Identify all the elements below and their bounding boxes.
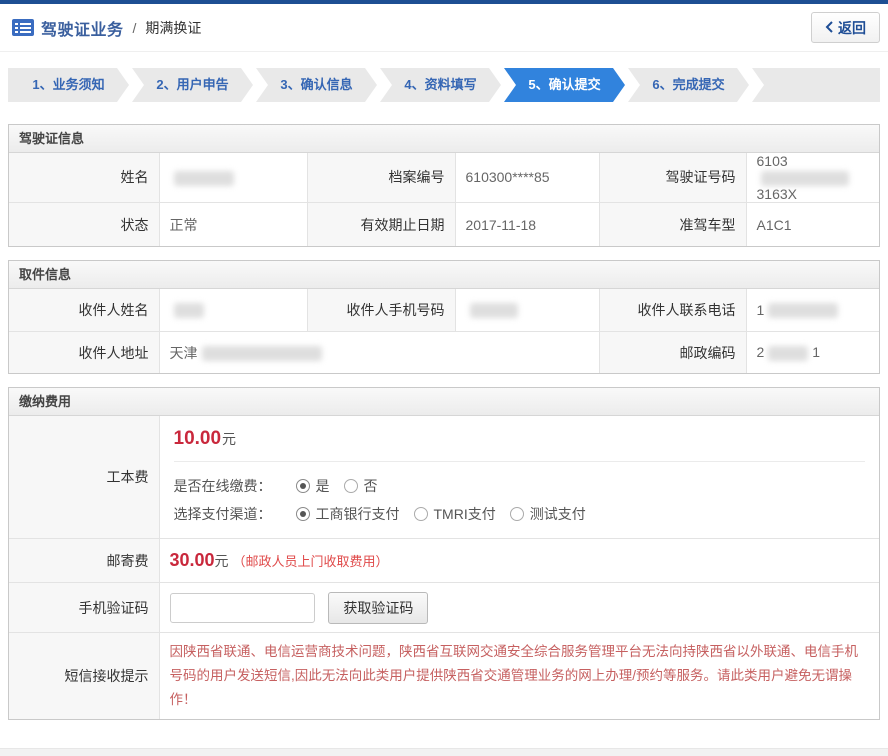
radio-channel-tmri-label[interactable]: TMRI支付 bbox=[434, 504, 496, 524]
captcha-label: 手机验证码 bbox=[9, 583, 159, 633]
online-pay-option-row: 是否在线缴费： 是 否 bbox=[174, 472, 866, 500]
redacted-recipient-name bbox=[174, 303, 204, 318]
table-row: 收件人姓名 收件人手机号码 收件人联系电话 1 bbox=[9, 289, 879, 331]
back-button[interactable]: 返回 bbox=[811, 12, 880, 43]
step-bar-filler bbox=[752, 68, 880, 102]
redacted-name bbox=[174, 171, 234, 186]
footer-action-bar: 上一步 完成 bbox=[0, 748, 888, 756]
postal-code-label: 邮政编码 bbox=[599, 331, 746, 373]
sms-tip-label: 短信接收提示 bbox=[9, 633, 159, 720]
recipient-phone-label: 收件人联系电话 bbox=[599, 289, 746, 331]
table-row: 状态 正常 有效期止日期 2017-11-18 准驾车型 A1C1 bbox=[9, 202, 879, 246]
breadcrumb: 驾驶证业务 / 期满换证 bbox=[12, 16, 201, 40]
file-no-value: 610300****85 bbox=[455, 153, 599, 202]
captcha-cell: 获取验证码 bbox=[159, 583, 879, 633]
status-label: 状态 bbox=[9, 202, 159, 246]
recipient-mobile-label: 收件人手机号码 bbox=[307, 289, 455, 331]
recipient-mobile-value bbox=[455, 289, 599, 331]
redacted-recipient-phone bbox=[768, 303, 838, 318]
license-no-label: 驾驶证号码 bbox=[599, 153, 746, 202]
table-row: 姓名 档案编号 610300****85 驾驶证号码 61033163X bbox=[9, 153, 879, 202]
table-row: 邮寄费 30.00元（邮政人员上门收取费用） bbox=[9, 539, 879, 583]
table-row: 短信接收提示 因陕西省联通、电信运营商技术问题，陕西省互联网交通安全综合服务管理… bbox=[9, 633, 879, 720]
redacted-postal-code bbox=[768, 346, 808, 361]
back-button-label: 返回 bbox=[838, 18, 866, 38]
pickup-info-section: 取件信息 收件人姓名 收件人手机号码 收件人联系电话 1 收件人地址 天津 邮政… bbox=[8, 260, 880, 374]
recipient-name-value bbox=[159, 289, 307, 331]
page-header: 驾驶证业务 / 期满换证 返回 bbox=[0, 4, 888, 52]
step-6-finish-submit: 6、完成提交 bbox=[628, 68, 749, 102]
postage-label: 邮寄费 bbox=[9, 539, 159, 583]
divider bbox=[174, 461, 866, 462]
radio-channel-test[interactable] bbox=[510, 507, 524, 521]
table-row: 手机验证码 获取验证码 bbox=[9, 583, 879, 633]
radio-channel-icbc[interactable] bbox=[296, 507, 310, 521]
radio-channel-icbc-label[interactable]: 工商银行支付 bbox=[316, 504, 400, 524]
pay-channel-option-row: 选择支付渠道： 工商银行支付 TMRI支付 测试支付 bbox=[174, 500, 866, 528]
fee-cell: 10.00元 是否在线缴费： 是 否 选择支付渠道： 工商银行支付 TMRI支付… bbox=[159, 416, 879, 539]
page-subtitle: 期满换证 bbox=[145, 18, 201, 38]
sms-notice-text: 因陕西省联通、电信运营商技术问题，陕西省互联网交通安全综合服务管理平台无法向持陕… bbox=[170, 640, 866, 712]
postage-cell: 30.00元（邮政人员上门收取费用） bbox=[159, 539, 879, 583]
name-value bbox=[159, 153, 307, 202]
pay-channel-question: 选择支付渠道： bbox=[174, 504, 272, 524]
online-pay-question: 是否在线缴费： bbox=[174, 476, 272, 496]
name-label: 姓名 bbox=[9, 153, 159, 202]
redacted-recipient-address bbox=[202, 346, 322, 361]
table-row: 收件人地址 天津 邮政编码 21 bbox=[9, 331, 879, 373]
file-no-label: 档案编号 bbox=[307, 153, 455, 202]
radio-online-yes-label[interactable]: 是 bbox=[316, 476, 330, 496]
radio-online-no[interactable] bbox=[344, 479, 358, 493]
license-info-section: 驾驶证信息 姓名 档案编号 610300****85 驾驶证号码 6103316… bbox=[8, 124, 880, 247]
sms-tip-cell: 因陕西省联通、电信运营商技术问题，陕西省互联网交通安全综合服务管理平台无法向持陕… bbox=[159, 633, 879, 720]
status-value: 正常 bbox=[159, 202, 307, 246]
recipient-phone-value: 1 bbox=[746, 289, 879, 331]
license-no-value: 61033163X bbox=[746, 153, 879, 202]
redacted-recipient-mobile bbox=[470, 303, 518, 318]
valid-until-label: 有效期止日期 bbox=[307, 202, 455, 246]
get-captcha-button[interactable]: 获取验证码 bbox=[328, 592, 428, 624]
step-2-user-declaration: 2、用户申告 bbox=[132, 68, 253, 102]
postage-note: （邮政人员上门收取费用） bbox=[233, 554, 389, 569]
step-3-confirm-info: 3、确认信息 bbox=[256, 68, 377, 102]
recipient-address-value: 天津 bbox=[159, 331, 599, 373]
postage-amount: 30.00 bbox=[170, 550, 215, 570]
chevron-left-icon bbox=[825, 20, 833, 36]
step-1-business-notice: 1、业务须知 bbox=[8, 68, 129, 102]
vehicle-class-value: A1C1 bbox=[746, 202, 879, 246]
radio-online-yes[interactable] bbox=[296, 479, 310, 493]
breadcrumb-separator: / bbox=[133, 20, 137, 36]
page-title: 驾驶证业务 bbox=[41, 16, 124, 40]
redacted-license-no bbox=[761, 171, 849, 186]
pickup-info-title: 取件信息 bbox=[9, 261, 879, 289]
step-5-confirm-submit: 5、确认提交 bbox=[504, 68, 625, 102]
recipient-address-label: 收件人地址 bbox=[9, 331, 159, 373]
step-wizard: 1、业务须知 2、用户申告 3、确认信息 4、资料填写 5、确认提交 6、完成提… bbox=[8, 68, 880, 102]
payment-section: 缴纳费用 工本费 10.00元 是否在线缴费： 是 否 选择支付渠道： 工商银行… bbox=[8, 387, 880, 720]
captcha-input[interactable] bbox=[170, 593, 315, 623]
payment-title: 缴纳费用 bbox=[9, 388, 879, 416]
vehicle-class-label: 准驾车型 bbox=[599, 202, 746, 246]
table-row: 工本费 10.00元 是否在线缴费： 是 否 选择支付渠道： 工商银行支付 TM… bbox=[9, 416, 879, 539]
recipient-name-label: 收件人姓名 bbox=[9, 289, 159, 331]
license-form-icon bbox=[12, 19, 34, 36]
radio-channel-test-label[interactable]: 测试支付 bbox=[530, 504, 586, 524]
radio-channel-tmri[interactable] bbox=[414, 507, 428, 521]
fee-label: 工本费 bbox=[9, 416, 159, 539]
step-4-fill-data: 4、资料填写 bbox=[380, 68, 501, 102]
fee-amount: 10.00元 bbox=[174, 428, 866, 450]
license-info-title: 驾驶证信息 bbox=[9, 125, 879, 153]
postal-code-value: 21 bbox=[746, 331, 879, 373]
valid-until-value: 2017-11-18 bbox=[455, 202, 599, 246]
radio-online-no-label[interactable]: 否 bbox=[364, 476, 378, 496]
